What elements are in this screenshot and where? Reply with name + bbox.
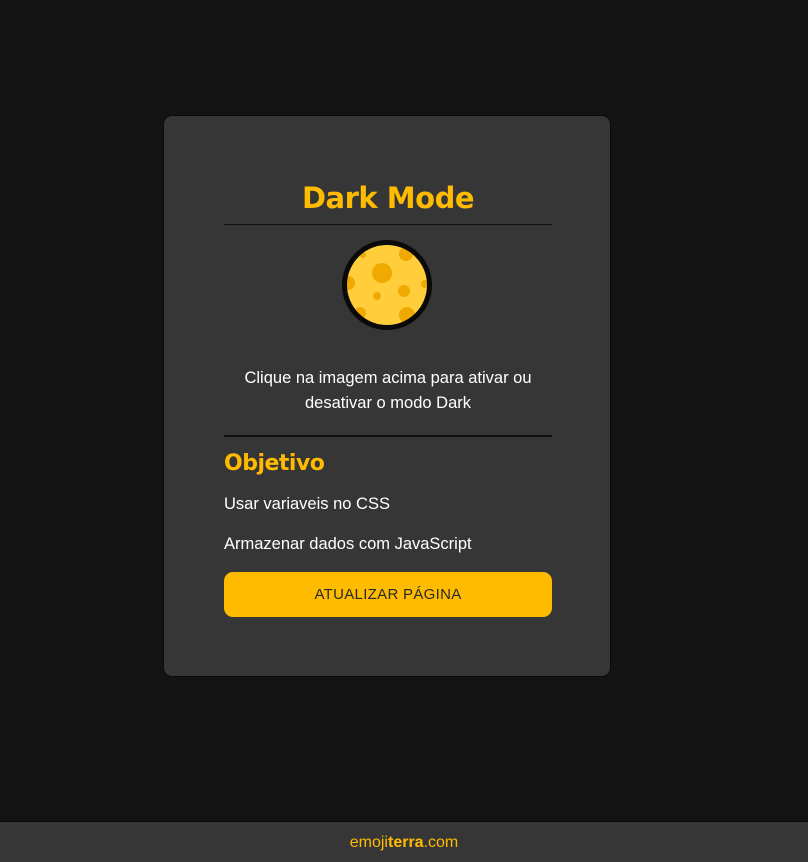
emojiterra-link[interactable]: emojiterra.com (350, 833, 458, 853)
section-divider (224, 435, 552, 437)
page-title: Dark Mode (301, 181, 475, 215)
footer-bar: emojiterra.com (0, 821, 808, 862)
moon-icon[interactable] (341, 239, 433, 331)
link-text-bold: terra (387, 834, 424, 851)
link-text-part: emoji (349, 834, 388, 851)
section-title: Objetivo (224, 451, 325, 476)
dark-mode-card: Dark Mode Clique na imagem acima para at… (163, 115, 611, 677)
instructions-text: Clique na imagem acima para ativar ou de… (244, 369, 532, 412)
title-divider (224, 224, 552, 225)
goal-item: Usar variaveis no CSS (224, 495, 390, 513)
refresh-page-button[interactable]: ATUALIZAR PÁGINA (224, 572, 552, 617)
link-text-part: .com (423, 834, 459, 851)
goal-item: Armazenar dados com JavaScript (224, 535, 472, 553)
